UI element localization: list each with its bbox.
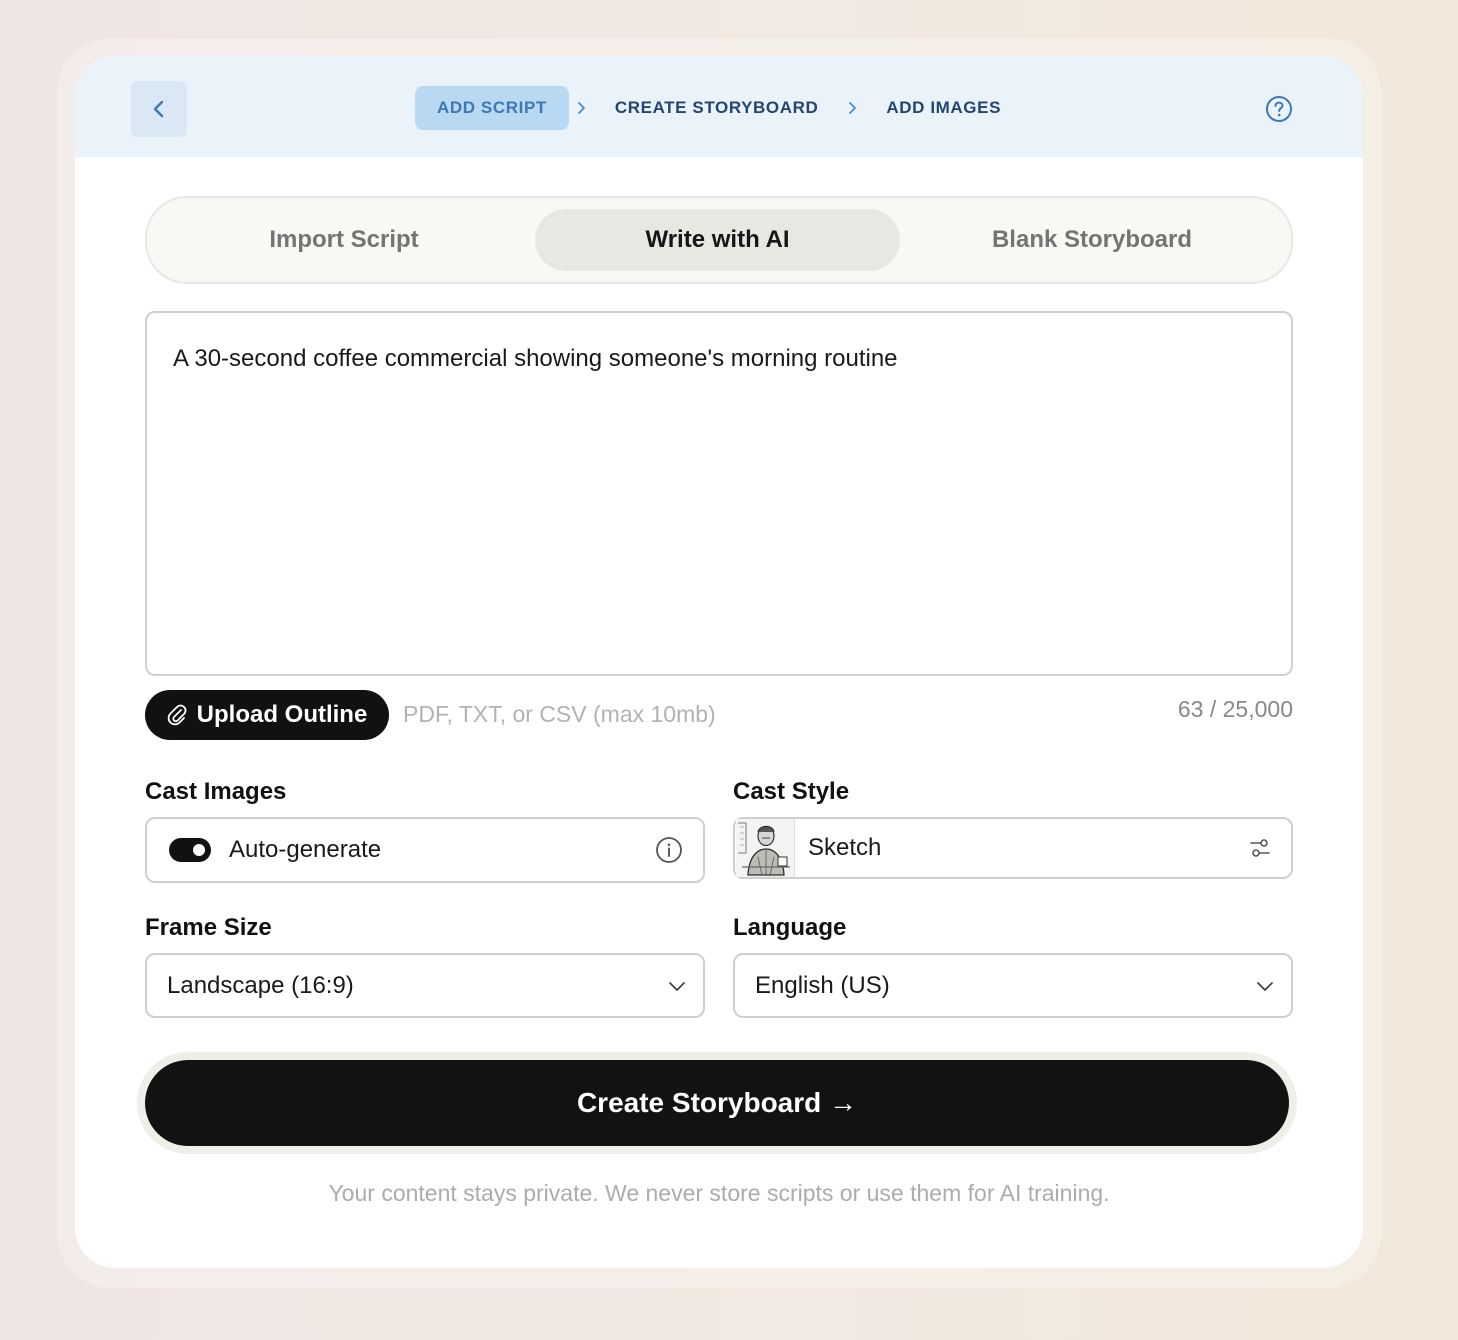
cast-images-field: Auto-generate <box>145 817 705 883</box>
toggle-knob <box>193 844 205 856</box>
tab-blank-storyboard[interactable]: Blank Storyboard <box>905 209 1279 271</box>
mode-tabs: Import Script Write with AI Blank Storyb… <box>145 196 1293 284</box>
help-icon <box>1266 96 1292 122</box>
style-settings-button[interactable] <box>1249 837 1271 859</box>
cast-images-label: Cast Images <box>145 778 287 805</box>
upload-outline-label: Upload Outline <box>196 701 368 728</box>
sketch-style-thumbnail <box>736 819 795 877</box>
chevron-down-icon <box>669 981 685 991</box>
character-count: 63 / 25,000 <box>1177 696 1293 722</box>
script-prompt-value: A 30-second coffee commercial showing so… <box>173 345 898 372</box>
header: ADD SCRIPT CREATE STORYBOARD ADD IMAGES <box>75 56 1363 157</box>
tab-write-with-ai[interactable]: Write with AI <box>535 209 900 271</box>
info-icon <box>656 837 682 863</box>
chevron-right-icon <box>849 102 857 114</box>
cast-style-selector[interactable]: Sketch <box>733 817 1293 879</box>
language-value: English (US) <box>755 971 890 999</box>
auto-generate-toggle[interactable] <box>169 838 211 862</box>
step-separator <box>840 100 864 116</box>
tab-import-script[interactable]: Import Script <box>158 209 530 271</box>
cast-style-value: Sketch <box>808 834 882 861</box>
step-create-storyboard[interactable]: CREATE STORYBOARD <box>593 86 841 130</box>
paperclip-icon <box>167 704 187 726</box>
chevron-right-icon <box>577 102 585 114</box>
script-prompt-textarea[interactable]: A 30-second coffee commercial showing so… <box>145 311 1293 676</box>
step-add-script[interactable]: ADD SCRIPT <box>414 86 569 130</box>
auto-generate-label: Auto-generate <box>229 836 382 863</box>
sketch-portrait-image <box>736 819 794 877</box>
privacy-note: Your content stays private. We never sto… <box>328 1180 1110 1206</box>
frame-size-select[interactable]: Landscape (16:9) <box>145 953 705 1018</box>
chevron-down-icon <box>1257 981 1273 991</box>
create-storyboard-button[interactable]: Create Storyboard → <box>145 1060 1289 1146</box>
sliders-icon <box>1250 839 1270 857</box>
frame-size-value: Landscape (16:9) <box>167 971 354 999</box>
upload-outline-button[interactable]: Upload Outline <box>145 690 389 740</box>
upload-hint: PDF, TXT, or CSV (max 10mb) <box>403 701 716 727</box>
language-label: Language <box>733 914 847 941</box>
cast-style-label: Cast Style <box>733 778 850 805</box>
help-button[interactable] <box>1264 94 1294 124</box>
info-button[interactable] <box>655 836 683 864</box>
step-separator <box>569 100 593 116</box>
storyboard-card: ADD SCRIPT CREATE STORYBOARD ADD IMAGES <box>75 56 1363 1268</box>
step-breadcrumb: ADD SCRIPT CREATE STORYBOARD ADD IMAGES <box>75 86 1363 130</box>
step-add-images[interactable]: ADD IMAGES <box>864 86 1023 130</box>
frame-size-label: Frame Size <box>145 914 272 941</box>
language-select[interactable]: English (US) <box>733 953 1293 1018</box>
